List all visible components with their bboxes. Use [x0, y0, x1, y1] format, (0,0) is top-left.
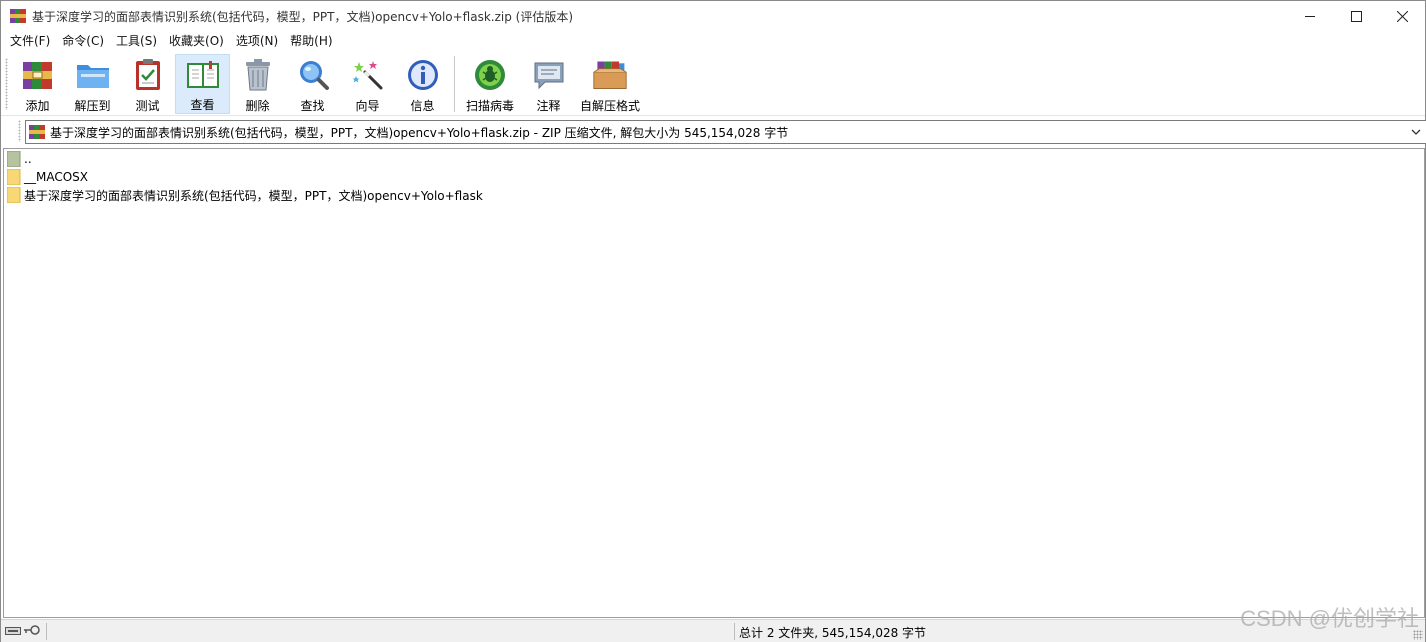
drive-icon[interactable] — [5, 625, 21, 639]
toolbar-separator — [454, 56, 455, 112]
maximize-button[interactable] — [1333, 1, 1379, 31]
list-item-parent[interactable]: .. — [6, 150, 32, 168]
file-name: __MACOSX — [24, 170, 89, 184]
view-book-icon — [185, 58, 221, 92]
winrar-app-icon — [10, 8, 26, 24]
find-label: 查找 — [300, 99, 325, 113]
test-label: 测试 — [135, 99, 160, 113]
extract-to-label: 解压到 — [74, 99, 111, 113]
winrar-window: 基于深度学习的面部表情识别系统(包括代码，模型，PPT，文档)opencv+Yo… — [0, 0, 1426, 642]
address-text: 基于深度学习的面部表情识别系统(包括代码，模型，PPT，文档)opencv+Yo… — [50, 125, 789, 140]
sfx-button[interactable]: 自解压格式 — [576, 54, 644, 114]
comment-button[interactable]: 注释 — [521, 54, 576, 114]
status-divider — [734, 623, 735, 640]
wizard-wand-icon — [350, 57, 386, 93]
menu-favorites[interactable]: 收藏夹(O) — [163, 31, 230, 52]
extract-to-button[interactable]: 解压到 — [65, 54, 120, 114]
info-icon — [405, 57, 441, 93]
info-button[interactable]: 信息 — [395, 54, 450, 114]
toolbar-grip[interactable] — [5, 58, 8, 110]
virus-scan-button[interactable]: 扫描病毒 — [459, 54, 521, 114]
trash-icon — [240, 57, 276, 93]
extract-folder-icon — [75, 57, 111, 93]
sfx-box-icon — [592, 57, 628, 93]
file-name: .. — [24, 152, 32, 166]
wizard-label: 向导 — [355, 99, 380, 113]
menu-commands[interactable]: 命令(C) — [56, 31, 110, 52]
list-item[interactable]: 基于深度学习的面部表情识别系统(包括代码，模型，PPT，文档)opencv+Yo… — [6, 186, 483, 204]
delete-label: 删除 — [245, 99, 270, 113]
magnifier-icon — [295, 57, 331, 93]
toolbar: 添加 解压到 测试 查看 删除 查找 向导 信息 扫描病毒 注释 自解压格式 — [1, 52, 1425, 116]
watermark: CSDN @优创学社 — [1240, 606, 1419, 631]
find-button[interactable]: 查找 — [285, 54, 340, 114]
addressbar-grip[interactable] — [18, 120, 21, 142]
add-archive-icon — [20, 57, 56, 93]
file-list[interactable]: .. __MACOSX 基于深度学习的面部表情识别系统(包括代码，模型，PPT，… — [3, 148, 1425, 618]
status-summary: 总计 2 文件夹, 545,154,028 字节 — [739, 626, 927, 640]
folder-icon — [6, 186, 21, 204]
title-bar: 基于深度学习的面部表情识别系统(包括代码，模型，PPT，文档)opencv+Yo… — [1, 1, 1425, 31]
info-label: 信息 — [410, 99, 435, 113]
zip-archive-icon — [29, 124, 45, 140]
close-icon — [1396, 10, 1408, 22]
key-icon[interactable] — [23, 624, 41, 639]
test-clipboard-icon — [130, 57, 166, 93]
wizard-button[interactable]: 向导 — [340, 54, 395, 114]
status-icons — [5, 624, 45, 639]
status-bar: 总计 2 文件夹, 545,154,028 字节 — [1, 619, 1425, 642]
window-title: 基于深度学习的面部表情识别系统(包括代码，模型，PPT，文档)opencv+Yo… — [32, 9, 574, 24]
menu-options[interactable]: 选项(N) — [230, 31, 284, 52]
maximize-icon — [1350, 10, 1362, 22]
chevron-down-icon[interactable] — [1409, 125, 1423, 139]
test-button[interactable]: 测试 — [120, 54, 175, 114]
menu-tools[interactable]: 工具(S) — [110, 31, 163, 52]
view-label: 查看 — [190, 98, 215, 112]
file-name: 基于深度学习的面部表情识别系统(包括代码，模型，PPT，文档)opencv+Yo… — [24, 188, 483, 203]
view-button[interactable]: 查看 — [175, 54, 230, 114]
menu-help[interactable]: 帮助(H) — [284, 31, 338, 52]
window-controls — [1287, 1, 1425, 31]
comment-label: 注释 — [536, 99, 561, 113]
list-item[interactable]: __MACOSX — [6, 168, 89, 186]
menu-bar: 文件(F) 命令(C) 工具(S) 收藏夹(O) 选项(N) 帮助(H) — [1, 31, 1425, 52]
virus-scan-label: 扫描病毒 — [465, 99, 514, 113]
address-bar[interactable]: 基于深度学习的面部表情识别系统(包括代码，模型，PPT，文档)opencv+Yo… — [25, 120, 1426, 144]
add-button[interactable]: 添加 — [10, 54, 65, 114]
minimize-icon — [1304, 15, 1315, 17]
menu-file[interactable]: 文件(F) — [4, 31, 56, 52]
comment-icon — [531, 57, 567, 93]
minimize-button[interactable] — [1287, 1, 1333, 31]
parent-folder-icon — [6, 150, 21, 168]
folder-icon — [6, 168, 21, 186]
delete-button[interactable]: 删除 — [230, 54, 285, 114]
virus-scan-icon — [472, 57, 508, 93]
add-label: 添加 — [25, 99, 50, 113]
sfx-label: 自解压格式 — [579, 99, 640, 113]
status-divider — [46, 623, 47, 640]
close-button[interactable] — [1379, 1, 1425, 31]
